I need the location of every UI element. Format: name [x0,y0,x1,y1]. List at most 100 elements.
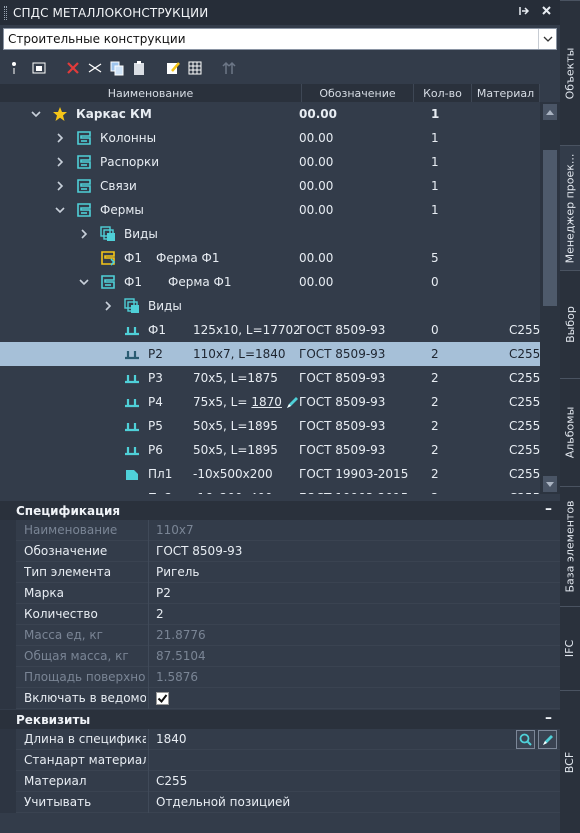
property-row[interactable]: Материал С255 [0,771,560,792]
tree-material: С255 [509,371,540,385]
tree-name: 70x5, L=1875 [193,371,278,385]
tree-row[interactable]: Р3 70x5, L=1875 ГОСТ 8509-93 2 С255 [0,366,540,390]
tree-row[interactable]: Ф1 Ферма Ф1 00.00 0 [0,270,540,294]
tree-row[interactable]: Пл2 -16x200x400 ГОСТ 19903-2015 2 С255 [0,486,540,494]
chevron-right-icon[interactable] [102,300,114,312]
tree-row[interactable]: Связи 00.00 1 [0,174,540,198]
include-checkbox[interactable] [156,692,169,705]
side-tab[interactable]: Менеджер проек... [560,145,580,270]
delete-icon[interactable] [64,59,82,77]
property-row[interactable]: Марка Р2 [0,583,560,604]
tree-code: 00.00 [299,131,334,145]
column-header-name[interactable]: Наименование [0,84,302,102]
tree-row[interactable]: Р2 110x7, L=1840 ГОСТ 8509-93 2 С255 [0,342,540,366]
property-row[interactable]: Количество 2 [0,604,560,625]
tree-row[interactable]: Ф1 Ферма Ф1 00.00 5 [0,246,540,270]
property-row[interactable]: Наименование 110x7 [0,520,560,541]
side-tab-label: Менеджер проек... [563,153,577,263]
property-value[interactable]: 1840 [156,732,187,746]
tree-row[interactable]: Ф1 125x10, L=17702 ГОСТ 8509-93 0 С255 [0,318,540,342]
spec-section-header[interactable]: Спецификация – [0,501,560,520]
tree-scrollbar[interactable] [540,102,560,494]
scroll-up-icon[interactable] [543,104,557,120]
tree-row[interactable]: Каркас КМ 00.00 1 [0,102,540,126]
collapse-icon[interactable]: – [545,710,552,726]
property-row[interactable]: Площадь поверхнос... 1.5876 [0,667,560,688]
tree-row[interactable]: Р4 75x5, L= 1870 ГОСТ 8509-93 2 С255 [0,390,540,414]
tree-row[interactable]: Фермы 00.00 1 [0,198,540,222]
tree-name: -10x500x200 [193,467,273,481]
tree-row[interactable]: Р6 50x5, L=1895 ГОСТ 8509-93 2 С255 [0,438,540,462]
tree-row[interactable]: Виды [0,222,540,246]
edit-icon[interactable] [164,59,182,77]
side-tab-label: IFC [563,639,577,658]
chevron-down-icon[interactable] [54,204,66,216]
paste-icon[interactable] [130,59,148,77]
property-row[interactable]: Тип элемента Ригель [0,562,560,583]
column-header-qty[interactable]: Кол-во [414,84,472,102]
close-icon[interactable] [541,5,552,20]
property-row[interactable]: Обозначение ГОСТ 8509-93 [0,541,560,562]
tree-qty: 1 [431,155,439,169]
property-row[interactable]: Учитывать Отдельной позицией [0,792,560,813]
side-tab[interactable]: IFC [560,606,580,690]
side-tab[interactable]: База элементов [560,486,580,606]
chevron-right-icon[interactable] [54,156,66,168]
chevron-down-icon[interactable] [30,108,42,120]
copy-icon[interactable] [108,59,126,77]
title-bar[interactable]: СПДС МЕТАЛЛОКОНСТРУКЦИИ [0,0,560,25]
category-dropdown[interactable]: Строительные конструкции [3,28,557,50]
property-value[interactable]: Отдельной позицией [156,795,290,809]
tree-name: Ферма Ф1 [156,251,220,265]
tree-mark: Р3 [148,371,163,385]
property-value[interactable]: ГОСТ 8509-93 [156,544,242,558]
side-tab[interactable]: BCF [560,690,580,833]
property-value[interactable]: Р2 [156,586,171,600]
pencil-icon[interactable] [538,730,557,749]
property-label: Общая масса, кг [24,649,129,663]
new-object-icon[interactable] [8,59,26,77]
properties-window-icon[interactable] [30,59,48,77]
property-row[interactable]: Длина в специфика... 1840 [0,729,560,750]
tree-row[interactable]: Виды [0,294,540,318]
grip-handle[interactable] [4,5,7,20]
scroll-thumb[interactable] [543,150,557,306]
property-row[interactable]: Стандарт материала [0,750,560,771]
column-header-material[interactable]: Материал [472,84,540,102]
column-header-code[interactable]: Обозначение [302,84,414,102]
chevron-right-icon[interactable] [54,180,66,192]
req-section-header[interactable]: Реквизиты – [0,710,560,729]
sort-icon[interactable] [220,59,238,77]
tree-row[interactable]: Колонны 00.00 1 [0,126,540,150]
chevron-down-icon[interactable] [538,29,556,49]
side-tab[interactable]: Альбомы [560,378,580,486]
property-row[interactable]: Общая масса, кг 87.5104 [0,646,560,667]
property-value[interactable]: 2 [156,607,164,621]
tree-row[interactable]: Распорки 00.00 1 [0,150,540,174]
chevron-right-icon[interactable] [54,132,66,144]
pin-icon[interactable] [519,5,531,20]
tree-row[interactable]: Р5 50x5, L=1895 ГОСТ 8509-93 2 С255 [0,414,540,438]
tree-row[interactable]: Пл1 -10x500x200 ГОСТ 19903-2015 2 С255 [0,462,540,486]
search-icon[interactable] [516,730,535,749]
tree-code: ГОСТ 8509-93 [299,395,386,409]
tree-name: Колонны [100,131,157,145]
property-value[interactable]: С255 [156,774,187,788]
scroll-down-icon[interactable] [543,476,557,492]
side-tab[interactable]: Объекты [560,0,580,145]
cut-icon[interactable] [86,59,104,77]
property-row[interactable]: Включать в ведомос... [0,688,560,709]
tree-qty: 2 [431,443,439,457]
tree-name-link[interactable]: 1870 [251,395,282,409]
chevron-right-icon[interactable] [78,228,90,240]
table-icon[interactable] [186,59,204,77]
tree-code: 00.00 [299,251,334,265]
chevron-down-icon[interactable] [78,276,90,288]
side-tab[interactable]: Выбор [560,270,580,378]
property-value[interactable]: Ригель [156,565,199,579]
property-label: Масса ед, кг [24,628,103,642]
tree-qty: 1 [431,179,439,193]
property-row[interactable]: Масса ед, кг 21.8776 [0,625,560,646]
tree-qty: 0 [431,275,439,289]
collapse-icon[interactable]: – [545,501,552,517]
